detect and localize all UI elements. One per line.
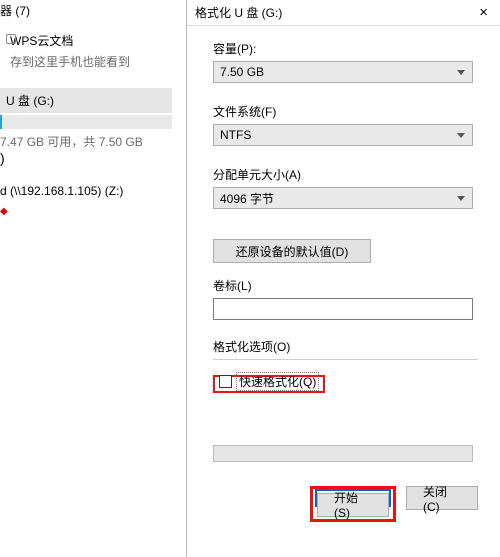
checkbox-icon — [219, 375, 232, 388]
filesystem-value: NTFS — [220, 128, 251, 142]
restore-defaults-button[interactable]: 还原设备的默认值(D) — [213, 239, 371, 263]
udisk-item[interactable]: U 盘 (G:) 7.47 GB 可用，共 7.50 GB — [0, 88, 172, 150]
format-dialog: 格式化 U 盘 (G:) × 容量(P): 7.50 GB 文件系统(F) NT… — [186, 0, 500, 557]
dialog-titlebar: 格式化 U 盘 (G:) × — [187, 0, 500, 26]
format-options-label: 格式化选项(O) — [213, 338, 478, 355]
chevron-down-icon — [457, 70, 465, 75]
divider — [213, 359, 478, 360]
capacity-label: 容量(P): — [213, 40, 478, 57]
quick-format-label: 快速格式化(Q) — [236, 372, 319, 391]
udisk-usage-bar — [0, 115, 172, 129]
volume-label-label: 卷标(L) — [213, 277, 478, 294]
udisk-info: 7.47 GB 可用，共 7.50 GB — [0, 133, 172, 150]
progress-bar — [213, 445, 473, 462]
alloc-unit-select[interactable]: 4096 字节 — [213, 187, 473, 209]
start-button[interactable]: 开始(S) — [317, 493, 389, 517]
chevron-down-icon — [457, 196, 465, 201]
highlight-box: 快速格式化(Q) — [213, 375, 325, 393]
filesystem-label: 文件系统(F) — [213, 103, 478, 120]
red-marker-icon: ◆ — [0, 206, 8, 217]
alloc-unit-label: 分配单元大小(A) — [213, 166, 478, 183]
volume-label-input[interactable] — [213, 298, 473, 320]
stray-paren: ) — [0, 150, 5, 166]
chevron-down-icon — [457, 133, 465, 138]
close-icon[interactable]: × — [475, 4, 492, 21]
udisk-name: U 盘 (G:) — [0, 88, 172, 113]
wps-item[interactable]: WPS云文档 存到这里手机也能看到 — [10, 32, 130, 70]
filesystem-select[interactable]: NTFS — [213, 124, 473, 146]
capacity-value: 7.50 GB — [220, 65, 264, 79]
wps-name: WPS云文档 — [10, 32, 130, 49]
left-header-text: 器 (7) — [0, 2, 30, 19]
quick-format-checkbox[interactable]: 快速格式化(Q) — [215, 368, 323, 395]
capacity-select[interactable]: 7.50 GB — [213, 61, 473, 83]
network-drive-item[interactable]: d (\\192.168.1.105) (Z:) — [0, 184, 123, 198]
close-button[interactable]: 关闭(C) — [406, 486, 478, 510]
folder-icon — [6, 34, 16, 44]
dialog-title: 格式化 U 盘 (G:) — [195, 4, 475, 21]
highlight-box: 开始(S) — [310, 486, 396, 522]
wps-subtitle: 存到这里手机也能看到 — [10, 53, 130, 70]
alloc-unit-value: 4096 字节 — [220, 190, 274, 207]
